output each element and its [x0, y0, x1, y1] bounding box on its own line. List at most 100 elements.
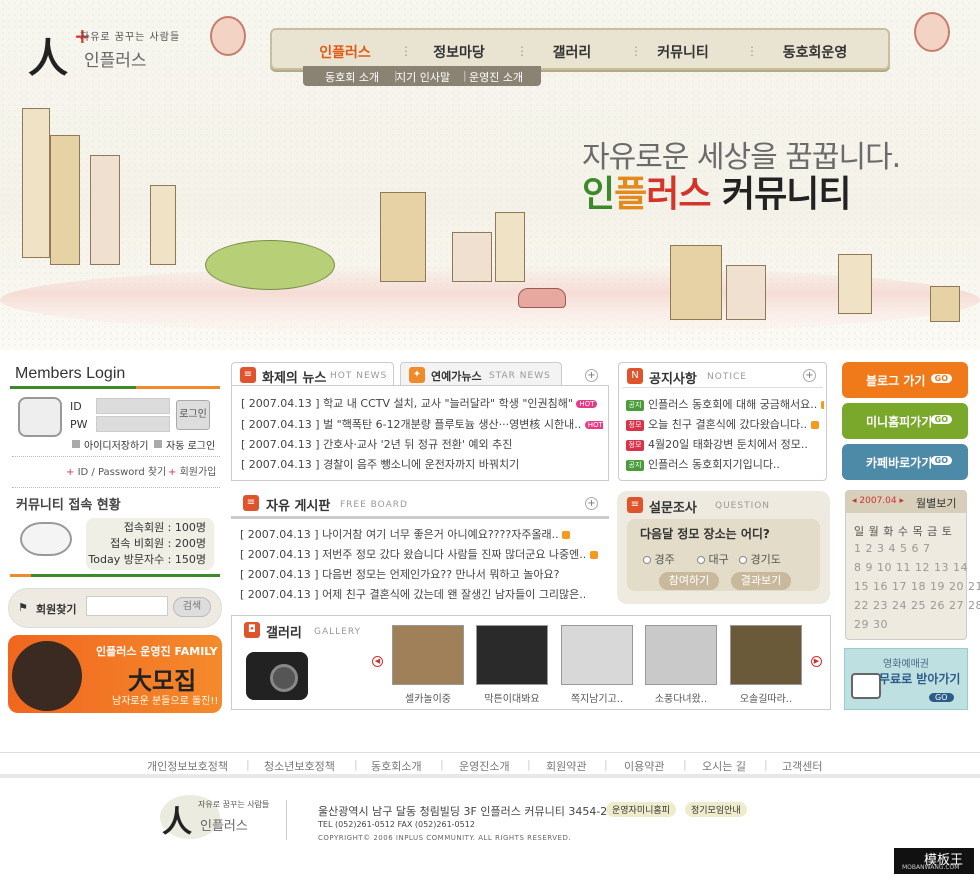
join-link[interactable]: + 회원가입 — [168, 463, 216, 478]
gallery-caption[interactable]: 소풍다녀왔.. — [641, 690, 721, 705]
survey-results-button[interactable]: 결과보기 — [731, 572, 791, 590]
mouse-icon — [20, 522, 72, 556]
hot-badge: HOT — [576, 400, 598, 408]
watermark: 模板王 MOBANWANG.COM — [894, 848, 974, 874]
star-news-icon: ✦ — [409, 367, 425, 383]
gallery-thumb[interactable] — [645, 625, 717, 685]
nav-item-gallery[interactable]: 갤러리 — [517, 42, 627, 62]
nav-item-club[interactable]: 동호회운영 — [750, 42, 880, 62]
news-row[interactable]: [ 2007.04.13 ] 학교 내 CCTV 설치, 교사 "늘러달라" 학… — [241, 395, 603, 411]
survey-option[interactable]: 경주 — [643, 551, 675, 567]
gallery-thumb[interactable] — [476, 625, 548, 685]
news-row[interactable]: [ 2007.04.13 ] 벌 "핵폭탄 6-12개분량 플루토늄 생산···… — [241, 416, 603, 432]
site-logo[interactable]: 人 + 자유로 꿈꾸는 사람들 인플러스 — [28, 18, 198, 82]
cafe-button[interactable]: 카페바로가기 GO — [842, 444, 968, 480]
subnav-item-greeting[interactable]: 지기 인사말 — [396, 69, 450, 85]
footer-link-terms[interactable]: 이용약관 — [624, 758, 664, 774]
footer-link-directions[interactable]: 오시는 길 — [702, 758, 746, 774]
community-divider — [10, 574, 220, 577]
notice-sub: NOTICE — [707, 372, 747, 382]
notice-text: 4월20일 태화강변 둔치에서 정모.. — [648, 438, 808, 451]
family-recruit-banner[interactable]: 인플러스 운영진 FAMILY 大모집 남자로운 분들으로 돌진!! — [8, 635, 222, 713]
gallery-next-icon[interactable]: ▶ — [811, 656, 822, 667]
nav-item-info[interactable]: 정보마당 — [404, 42, 514, 62]
new-icon — [562, 531, 571, 539]
notice-row[interactable]: 공지 인플러스 동호회에 대해 궁금해서요.. — [626, 396, 824, 412]
minihome-button[interactable]: 미니홈피가기 GO — [842, 403, 968, 439]
footer-link-privacy[interactable]: 개인정보보호정책 — [147, 758, 228, 774]
login-button[interactable]: 로그인 — [176, 400, 210, 430]
building-illustration — [838, 254, 872, 314]
tab-hot-news[interactable]: ≡ 화제의 뉴스 HOT NEWS — [231, 362, 394, 386]
radio-button[interactable] — [739, 556, 747, 564]
calendar-week[interactable]: 15 16 17 18 19 20 21 — [854, 580, 980, 593]
gallery-prev-icon[interactable]: ◀ — [372, 656, 383, 667]
movie-ticket-banner[interactable]: 영화예매권 무료로 받아가기 GO — [844, 648, 968, 710]
calendar-month[interactable]: ◂ 2007.04 ▸ — [852, 496, 904, 506]
gallery-caption[interactable]: 쪽지남기고.. — [557, 690, 637, 705]
login-divider — [10, 386, 220, 389]
pw-input[interactable] — [96, 416, 170, 432]
id-input[interactable] — [96, 398, 170, 414]
survey-option[interactable]: 경기도 — [739, 551, 781, 567]
divider — [623, 387, 823, 388]
notice-row[interactable]: 정모 오늘 친구 결혼식에 갔다왔습니다.. — [626, 416, 824, 432]
radio-button[interactable] — [697, 556, 705, 564]
stat-members: 접속회원 : 100명 — [123, 521, 206, 534]
notice-text: 오늘 친구 결혼식에 갔다왔습니다.. — [648, 418, 808, 431]
calendar-week[interactable]: 29 30 — [854, 618, 888, 631]
login-title: Members Login — [15, 365, 126, 382]
watermark-url: MOBANWANG.COM — [902, 864, 960, 871]
save-id-checkbox[interactable] — [72, 440, 80, 448]
footer-link-support[interactable]: 고객센터 — [782, 758, 822, 774]
gallery-caption[interactable]: 막튼이대봐요 — [472, 690, 552, 705]
calendar-week[interactable]: 22 23 24 25 26 27 28 — [854, 599, 980, 612]
board-more-icon[interactable]: + — [585, 497, 598, 510]
survey-option[interactable]: 대구 — [697, 551, 729, 567]
board-row[interactable]: [ 2007.04.13 ] 다음번 정모는 언제인가요?? 만나서 뭐하고 놀… — [240, 566, 608, 582]
gallery-thumb[interactable] — [392, 625, 464, 685]
tab-star-news[interactable]: ✦ 연예가뉴스 STAR NEWS — [400, 362, 562, 386]
gallery-caption[interactable]: 셀카놀이중 — [388, 690, 468, 705]
blog-button[interactable]: 블로그 가기 GO — [842, 362, 968, 398]
subnav-item-staff[interactable]: 운영진 소개 — [469, 69, 523, 85]
find-link-label: ID / Password 찾기 — [77, 467, 167, 478]
footer-link-staff[interactable]: 운영진소개 — [459, 758, 510, 774]
search-person-icon: ⚑ — [18, 601, 28, 614]
trees-illustration — [205, 240, 335, 290]
board-row[interactable]: [ 2007.04.13 ] 나이거참 여기 너무 좋은거 아니예요????자주… — [240, 526, 608, 542]
gallery-thumb[interactable] — [730, 625, 802, 685]
member-search-input[interactable] — [86, 596, 168, 616]
board-text: 저번주 정모 갔다 왔습니다 사람들 진짜 많더군요 나중엔.. — [322, 548, 587, 561]
gallery-thumb[interactable] — [561, 625, 633, 685]
footer-link-club[interactable]: 동호회소개 — [371, 758, 422, 774]
subnav-item-intro[interactable]: 동호회 소개 — [325, 69, 379, 85]
gallery-caption[interactable]: 오솔길따라.. — [726, 690, 806, 705]
notice-row[interactable]: 공지 인플러스 동호회지기입니다.. — [626, 456, 824, 472]
calendar-week[interactable]: 8 9 10 11 12 13 14 — [854, 561, 968, 574]
footer-link-youth[interactable]: 청소년보호정책 — [264, 758, 335, 774]
radio-button[interactable] — [643, 556, 651, 564]
auto-login-checkbox[interactable] — [154, 440, 162, 448]
news-row[interactable]: [ 2007.04.13 ] 간호사·교사 '2년 뒤 정규 전환' 예외 추진 — [241, 436, 603, 452]
nav-item-inplus[interactable]: 인플러스 — [290, 42, 400, 62]
save-id-label: 아이디저장하기 — [84, 441, 149, 452]
news-more-icon[interactable]: + — [585, 369, 598, 382]
minihome-button-label: 미니홈피가기 — [866, 415, 933, 429]
notice-row[interactable]: 정모 4월20일 태화강변 둔치에서 정모.. — [626, 436, 824, 452]
calendar-month-label: 2007.04 — [859, 496, 897, 506]
footer-link-member-terms[interactable]: 회원약관 — [546, 758, 586, 774]
news-row[interactable]: [ 2007.04.13 ] 경찰이 음주 뺑소니에 운전자까지 바꿔치기 — [241, 456, 603, 472]
news-title: 경찰이 음주 뺑소니에 운전자까지 바꿔치기 — [323, 458, 520, 471]
board-row[interactable]: [ 2007.04.13 ] 저번주 정모 갔다 왔습니다 사람들 진짜 많더군… — [240, 546, 608, 562]
footer-meeting-button[interactable]: 정기모임안내 — [685, 802, 747, 817]
board-row[interactable]: [ 2007.04.13 ] 어제 친구 결혼식에 갔는데 왠 잘생긴 남자들이… — [240, 586, 608, 602]
notice-more-icon[interactable]: + — [803, 369, 816, 382]
member-search-button[interactable]: 검색 — [173, 597, 211, 617]
find-link[interactable]: + ID / Password 찾기 — [66, 463, 166, 478]
footer-admin-minihome-button[interactable]: 운영자미니홈피 — [606, 802, 676, 817]
survey-vote-button[interactable]: 참여하기 — [659, 572, 719, 590]
footer-nav: 개인정보보호정책 | 청소년보호정책 | 동호회소개 | 운영진소개 | 회원약… — [0, 752, 980, 778]
nav-item-community[interactable]: 커뮤니티 — [628, 42, 738, 62]
calendar-week[interactable]: 1 2 3 4 5 6 7 — [854, 542, 930, 555]
